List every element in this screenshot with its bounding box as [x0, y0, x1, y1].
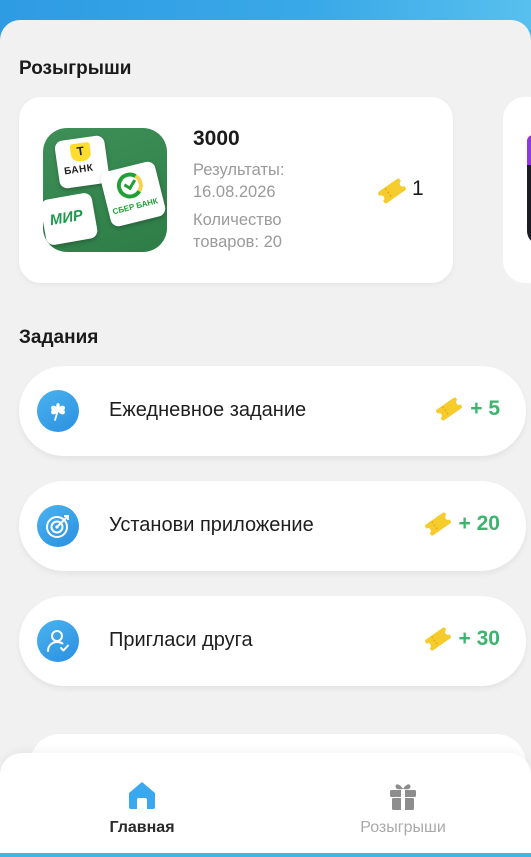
task-label: Установи приложение	[109, 514, 314, 536]
task-invite-friend[interactable]: Пригласи друга + 30	[19, 596, 526, 686]
nav-home-label: Главная	[109, 819, 175, 836]
nav-raffles[interactable]: Розыгрыши	[323, 777, 483, 837]
gift-icon	[323, 777, 483, 813]
mir-logo: МИР	[43, 191, 99, 247]
home-indicator-strip	[0, 853, 531, 857]
raffle-ticket-count: 1	[412, 177, 424, 200]
home-icon	[62, 777, 222, 813]
ticket-icon	[424, 627, 451, 651]
task-install-app[interactable]: Установи приложение + 20	[19, 481, 526, 571]
raffle-results-label: Результаты:	[193, 161, 285, 179]
ticket-icon	[436, 397, 463, 421]
raffle-quantity-value: товаров: 20	[193, 233, 282, 251]
task-reward: + 30	[423, 626, 500, 652]
raffle-bank-logos-image: Т БАНК МИР СБЕР БАНК	[43, 128, 167, 252]
task-label: Пригласи друга	[109, 629, 253, 651]
raffle-amount: 3000	[193, 127, 240, 150]
main-sheet: Розыгрыши Т БАНК МИР СБЕР БАНК 3000 Резу…	[0, 20, 531, 857]
raffle-results-date: 16.08.2026	[193, 183, 276, 201]
sber-logo: СБЕР БАНК	[99, 160, 167, 228]
raffles-section-title: Розыгрыши	[19, 58, 132, 79]
tasks-section-title: Задания	[19, 327, 99, 348]
task-daily[interactable]: Ежедневное задание + 5	[19, 366, 526, 456]
clover-icon	[37, 390, 79, 432]
raffle-card[interactable]: Т БАНК МИР СБЕР БАНК 3000 Результаты: 16…	[19, 97, 453, 283]
ticket-icon	[424, 512, 451, 536]
raffle-quantity-label: Количество	[193, 211, 282, 229]
ticket-icon	[376, 177, 408, 210]
nav-home[interactable]: Главная	[62, 777, 222, 837]
task-reward: + 5	[434, 396, 500, 422]
user-check-icon	[37, 620, 79, 662]
bottom-navigation: Главная Розыгрыши	[0, 753, 531, 857]
nav-raffles-label: Розыгрыши	[360, 819, 446, 836]
target-icon	[37, 505, 79, 547]
next-raffle-card[interactable]	[503, 97, 531, 283]
task-label: Ежедневное задание	[109, 399, 307, 421]
task-reward: + 20	[423, 511, 500, 537]
